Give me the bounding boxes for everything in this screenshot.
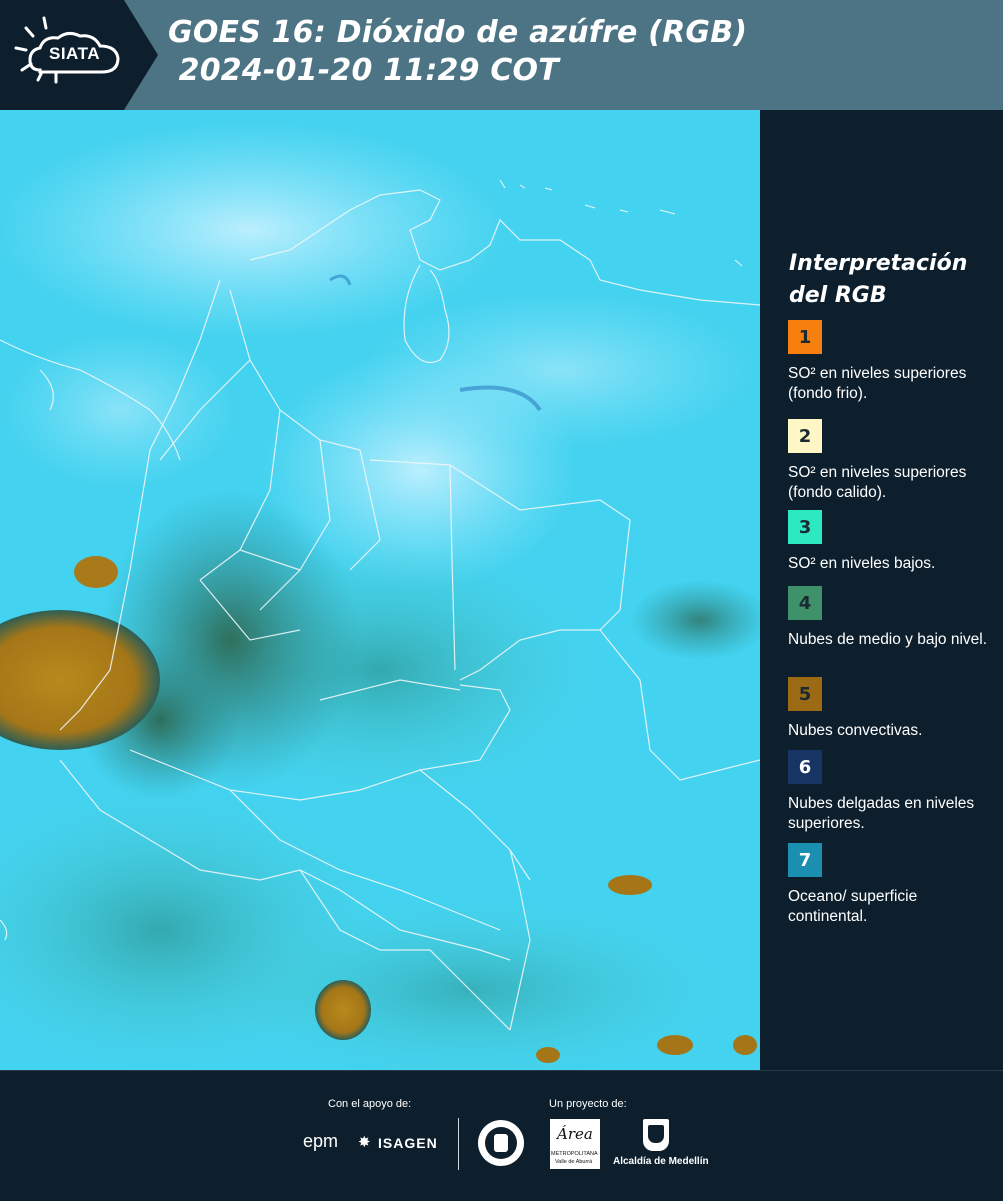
epm-logo: epm — [303, 1131, 339, 1151]
support-label: Con el apoyo de: — [328, 1098, 412, 1110]
legend-text-4: Nubes de medio y bajo nivel. — [788, 631, 988, 648]
isagen-logo: ISAGEN — [378, 1135, 438, 1151]
area-metropolitana-logo: Área METROPOLITANA Valle de Aburrá — [550, 1119, 600, 1169]
title-line-product: GOES 16: Dióxido de azúfre (RGB) — [168, 15, 748, 50]
legend-swatch-2: 2 — [788, 419, 822, 453]
legend-item-4: 4 Nubes de medio y bajo nivel. — [788, 586, 993, 650]
legend-item-3: 3 SO² en niveles bajos. — [788, 510, 993, 574]
legend-text-7: Oceano/ superficie continental. — [788, 888, 918, 925]
footer-divider — [458, 1118, 459, 1170]
header-bar: SIATA GOES 16: Dióxido de azúfre (RGB) 2… — [0, 0, 1003, 110]
legend-swatch-6: 6 — [788, 750, 822, 784]
legend-title-line2: del RGB — [789, 283, 887, 308]
logo-text: SIATA — [49, 44, 100, 63]
legend-text-2: SO² en niveles superiores (fondo calido)… — [788, 464, 967, 501]
legend-title-line1: Interpretación — [789, 251, 968, 276]
legend-panel: Interpretación del RGB 1 SO² en niveles … — [760, 110, 1003, 1070]
legend-text-3: SO² en niveles bajos. — [788, 555, 936, 572]
legend-swatch-4: 4 — [788, 586, 822, 620]
legend-item-1: 1 SO² en niveles superiores (fondo frio)… — [788, 320, 993, 404]
satellite-image — [0, 110, 760, 1070]
alcaldia-label: Alcaldía de Medellín — [613, 1156, 709, 1167]
legend-text-5: Nubes convectivas. — [788, 722, 923, 739]
legend-swatch-1: 1 — [788, 320, 822, 354]
legend-title: Interpretación del RGB — [789, 248, 967, 312]
legend-text-1: SO² en niveles superiores (fondo frio). — [788, 365, 967, 402]
legend-swatch-5: 5 — [788, 677, 822, 711]
area-logo-sub2: Valle de Aburrá — [555, 1159, 593, 1165]
legend-item-5: 5 Nubes convectivas. — [788, 677, 993, 741]
medellin-seal-icon — [478, 1120, 524, 1166]
title-line-datetime: 2024-01-20 11:29 COT — [168, 53, 559, 88]
legend-item-7: 7 Oceano/ superficie continental. — [788, 843, 993, 927]
legend-item-2: 2 SO² en niveles superiores (fondo calid… — [788, 419, 993, 503]
project-label: Un proyecto de: — [549, 1098, 627, 1110]
legend-item-6: 6 Nubes delgadas en niveles superiores. — [788, 750, 993, 834]
footer-bar: Con el apoyo de: Un proyecto de: epm ✸ I… — [0, 1070, 1003, 1201]
legend-text-6: Nubes delgadas en niveles superiores. — [788, 795, 975, 832]
page-title: GOES 16: Dióxido de azúfre (RGB) 2024-01… — [168, 14, 747, 90]
satellite-map — [0, 110, 760, 1070]
area-logo-sub1: METROPOLITANA — [551, 1151, 598, 1157]
alcaldia-shield-icon — [643, 1119, 669, 1151]
isagen-icon: ✸ — [358, 1133, 371, 1151]
legend-swatch-7: 7 — [788, 843, 822, 877]
area-logo-name: Área — [557, 1125, 593, 1143]
siata-logo: SIATA — [0, 0, 158, 110]
legend-swatch-3: 3 — [788, 510, 822, 544]
